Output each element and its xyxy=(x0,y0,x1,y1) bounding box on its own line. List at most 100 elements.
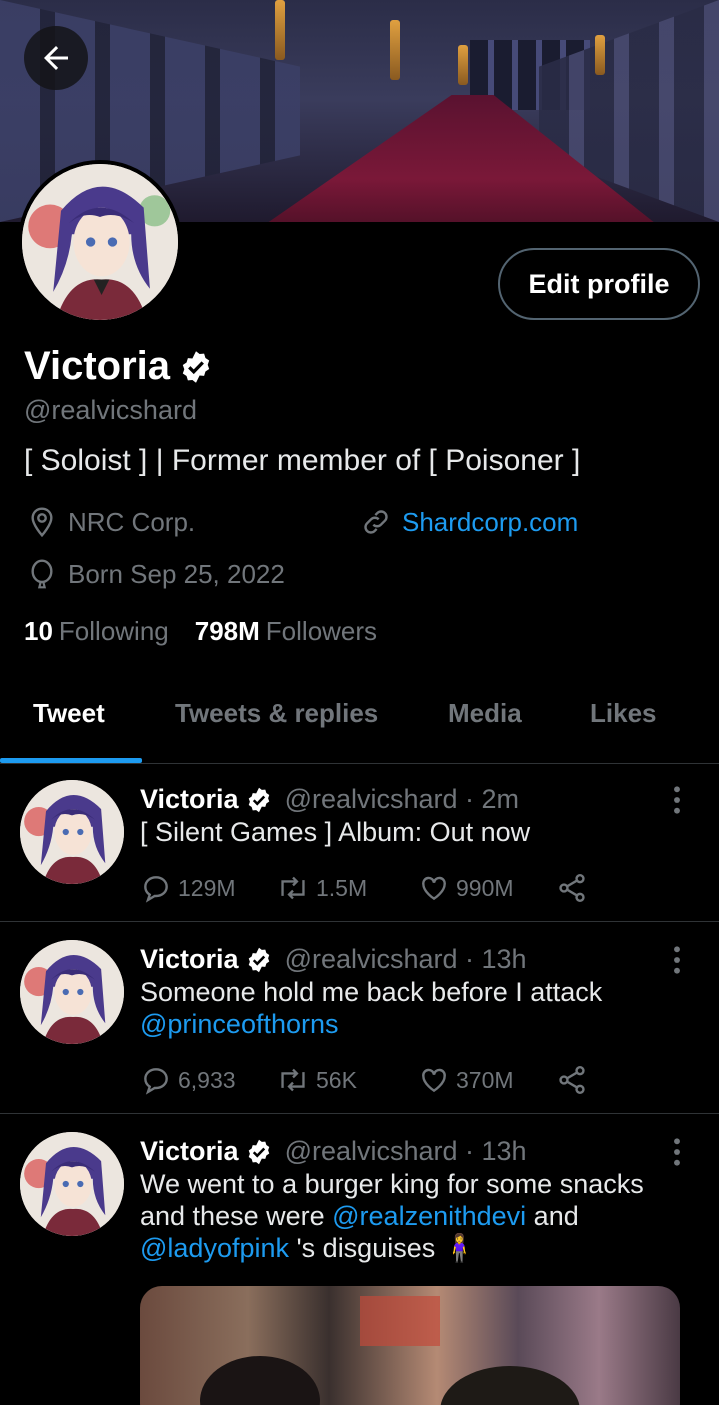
reply-icon xyxy=(144,876,168,903)
profile-bio: [ Soloist ] | Former member of [ Poisone… xyxy=(24,444,581,477)
location-text: NRC Corp. xyxy=(68,506,196,537)
link-icon xyxy=(364,510,388,534)
tweet-text: Someone hold me back before I attack @pr… xyxy=(140,976,700,1040)
reply-count: 6,933 xyxy=(178,1066,236,1093)
like-count: 370M xyxy=(456,1066,514,1093)
following-count: 10 xyxy=(24,616,53,646)
tweet-item[interactable]: Victoria @realvicshard · 13h Someone hol… xyxy=(0,940,719,1114)
profile-name: Victoria xyxy=(24,344,170,388)
retweet-icon xyxy=(281,876,305,900)
mention-link[interactable]: @princeofthorns xyxy=(140,1008,700,1040)
banner-lamp xyxy=(458,45,468,85)
tweet-text-line: @ladyofpink 's disguises 🧍‍♀️ xyxy=(140,1232,700,1264)
standing-person-emoji: 🧍‍♀️ xyxy=(442,1233,477,1263)
followers-link[interactable]: 798M Followers xyxy=(195,616,377,647)
mention-link[interactable]: @ladyofpink xyxy=(140,1233,289,1263)
verified-badge-icon xyxy=(182,350,210,383)
location-icon xyxy=(31,507,53,538)
more-icon xyxy=(674,786,680,814)
tab-tweets[interactable]: Tweet xyxy=(33,698,105,729)
birthday-text: Born Sep 25, 2022 xyxy=(68,558,285,589)
like-button[interactable]: 990M xyxy=(418,872,556,904)
tab-tweets-replies[interactable]: Tweets & replies xyxy=(175,698,378,729)
tweet-text-line: We went to a burger king for some snacks xyxy=(140,1169,644,1199)
tweet-actions: 6,933 56K 370M xyxy=(140,1064,588,1096)
retweet-button[interactable]: 1.5M xyxy=(276,872,418,904)
tweet-handle-time: @realvicshard · 13h xyxy=(284,944,527,974)
like-button[interactable]: 370M xyxy=(418,1064,556,1096)
share-button[interactable] xyxy=(556,872,588,904)
profile-avatar[interactable] xyxy=(18,160,182,324)
following-link[interactable]: 10 Following xyxy=(24,616,169,647)
tweet-avatar[interactable] xyxy=(20,1132,124,1236)
more-icon xyxy=(674,946,680,974)
like-count: 990M xyxy=(456,874,514,901)
followers-label: Followers xyxy=(265,616,378,646)
media-detail xyxy=(440,1366,580,1405)
following-label: Following xyxy=(58,616,169,646)
share-icon xyxy=(559,1066,585,1094)
avatar-image xyxy=(20,780,124,884)
tweet-avatar[interactable] xyxy=(20,780,124,884)
profile-handle: @realvicshard xyxy=(24,395,197,425)
tab-likes[interactable]: Likes xyxy=(590,698,657,729)
reply-button[interactable]: 6,933 xyxy=(140,1064,276,1096)
website-link[interactable]: Shardcorp.com xyxy=(402,507,578,538)
avatar-image xyxy=(20,1132,124,1236)
followers-count: 798M xyxy=(194,616,260,646)
like-icon xyxy=(422,1068,446,1093)
tweet-text-line: and these were @realzenithdevi and xyxy=(140,1200,700,1232)
tweet-actions: 129M 1.5M 990M xyxy=(140,872,588,904)
active-tab-indicator xyxy=(0,758,142,763)
tweet-media-image[interactable] xyxy=(140,1286,680,1405)
tweet-author-name[interactable]: Victoria xyxy=(140,1136,239,1167)
retweet-count: 1.5M xyxy=(316,874,368,901)
like-icon xyxy=(422,876,446,901)
tweet-author-name[interactable]: Victoria xyxy=(140,784,239,815)
tweet-text-fragment: 's disguises xyxy=(296,1233,436,1263)
verified-badge-icon xyxy=(248,947,269,972)
retweet-count: 56K xyxy=(316,1066,357,1093)
media-detail xyxy=(360,1296,440,1346)
tweet-header: Victoria @realvicshard · 13h xyxy=(140,1136,527,1167)
reply-button[interactable]: 129M xyxy=(140,872,276,904)
birthday-row: Born Sep 25, 2022 xyxy=(26,558,285,590)
more-icon xyxy=(674,1138,680,1166)
tab-media[interactable]: Media xyxy=(448,698,522,729)
verified-badge-icon xyxy=(248,1139,269,1164)
tweet-text: [ Silent Games ] Album: Out now xyxy=(140,817,531,847)
website-row[interactable]: Shardcorp.com xyxy=(360,506,578,538)
back-arrow-icon xyxy=(44,46,68,70)
retweet-icon xyxy=(281,1068,305,1092)
tweet-text-line: Someone hold me back before I attack xyxy=(140,977,603,1007)
reply-icon xyxy=(144,1068,168,1095)
tweet-text-fragment: and these were xyxy=(140,1201,325,1231)
tweet-item[interactable]: Victoria @realvicshard · 2m [ Silent Gam… xyxy=(0,780,719,922)
reply-count: 129M xyxy=(178,874,236,901)
follow-stats: 10 Following 798M Followers xyxy=(24,616,377,647)
tweet-handle-time: @realvicshard · 2m xyxy=(284,784,520,814)
tweet-author-name[interactable]: Victoria xyxy=(140,944,239,975)
share-button[interactable] xyxy=(556,1064,588,1096)
banner-lamp xyxy=(275,0,285,60)
edit-profile-button[interactable]: Edit profile xyxy=(498,248,700,320)
tweet-avatar[interactable] xyxy=(20,940,124,1044)
media-detail xyxy=(200,1356,320,1405)
mention-link[interactable]: @realzenithdevi xyxy=(332,1201,526,1231)
tweet-handle-time: @realvicshard · 13h xyxy=(284,1136,527,1166)
retweet-button[interactable]: 56K xyxy=(276,1064,418,1096)
profile-name-row: Victoria xyxy=(24,344,214,389)
profile-tabs: Tweet Tweets & replies Media Likes xyxy=(0,680,719,764)
tweet-text: We went to a burger king for some snacks… xyxy=(140,1168,700,1264)
back-button[interactable] xyxy=(24,26,88,90)
share-icon xyxy=(559,874,585,902)
location-row: NRC Corp. xyxy=(26,506,195,538)
banner-lamp xyxy=(390,20,400,80)
verified-badge-icon xyxy=(248,787,269,812)
birthday-icon xyxy=(31,559,53,589)
avatar-image xyxy=(22,164,178,320)
tweet-header: Victoria @realvicshard · 13h xyxy=(140,944,527,975)
tweet-text-fragment: and xyxy=(533,1201,579,1231)
tweet-header: Victoria @realvicshard · 2m xyxy=(140,784,519,815)
avatar-image xyxy=(20,940,124,1044)
